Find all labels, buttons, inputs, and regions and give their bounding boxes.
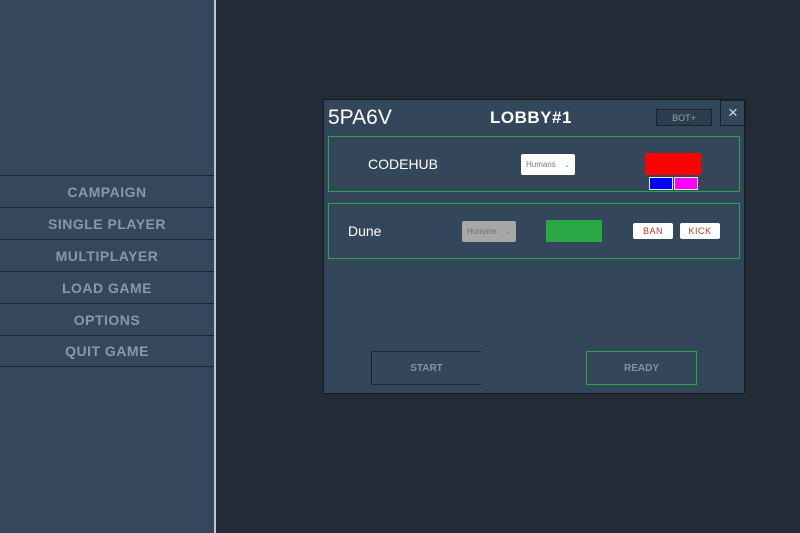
add-bot-button[interactable]: BOT+: [656, 109, 712, 126]
faction-select-disabled: Humans ⌄: [462, 221, 516, 242]
ready-button[interactable]: READY: [586, 351, 697, 385]
main-menu-sidebar: CAMPAIGN SINGLE PLAYER MULTIPLAYER LOAD …: [0, 0, 216, 533]
player-name: Dune: [348, 223, 382, 239]
chevron-down-icon: ⌄: [690, 161, 696, 168]
menu-item-multiplayer[interactable]: MULTIPLAYER: [0, 239, 214, 271]
menu-item-quit-game[interactable]: QUIT GAME: [0, 335, 214, 367]
lobby-modal: 5PA6V LOBBY#1 BOT+ × CODEHUB Humans ⌄ ⌄ …: [323, 99, 746, 394]
main-menu: CAMPAIGN SINGLE PLAYER MULTIPLAYER LOAD …: [0, 175, 214, 367]
menu-item-campaign[interactable]: CAMPAIGN: [0, 175, 214, 207]
player-color-swatch: [546, 220, 602, 242]
faction-select[interactable]: Humans ⌄: [521, 154, 575, 175]
faction-select-value: Humans: [526, 160, 556, 169]
start-button[interactable]: START: [371, 351, 481, 385]
chevron-down-icon: ⌄: [564, 161, 570, 169]
kick-button[interactable]: KICK: [680, 223, 720, 239]
lobby-title: LOBBY#1: [490, 108, 572, 127]
color-option-magenta[interactable]: [674, 177, 698, 190]
player-row-guest: Dune Humans ⌄ BAN KICK: [328, 203, 740, 259]
ban-button[interactable]: BAN: [633, 223, 673, 239]
menu-item-single-player[interactable]: SINGLE PLAYER: [0, 207, 214, 239]
color-select[interactable]: ⌄: [645, 153, 701, 175]
lobby-code: 5PA6V: [328, 106, 392, 129]
color-option-blue[interactable]: [649, 177, 673, 190]
menu-item-options[interactable]: OPTIONS: [0, 303, 214, 335]
faction-select-value: Humans: [467, 227, 497, 236]
close-icon[interactable]: ×: [720, 100, 746, 126]
player-row-host: CODEHUB Humans ⌄ ⌄: [328, 136, 740, 192]
menu-item-load-game[interactable]: LOAD GAME: [0, 271, 214, 303]
player-name: CODEHUB: [368, 156, 439, 172]
chevron-down-icon: ⌄: [505, 228, 511, 236]
